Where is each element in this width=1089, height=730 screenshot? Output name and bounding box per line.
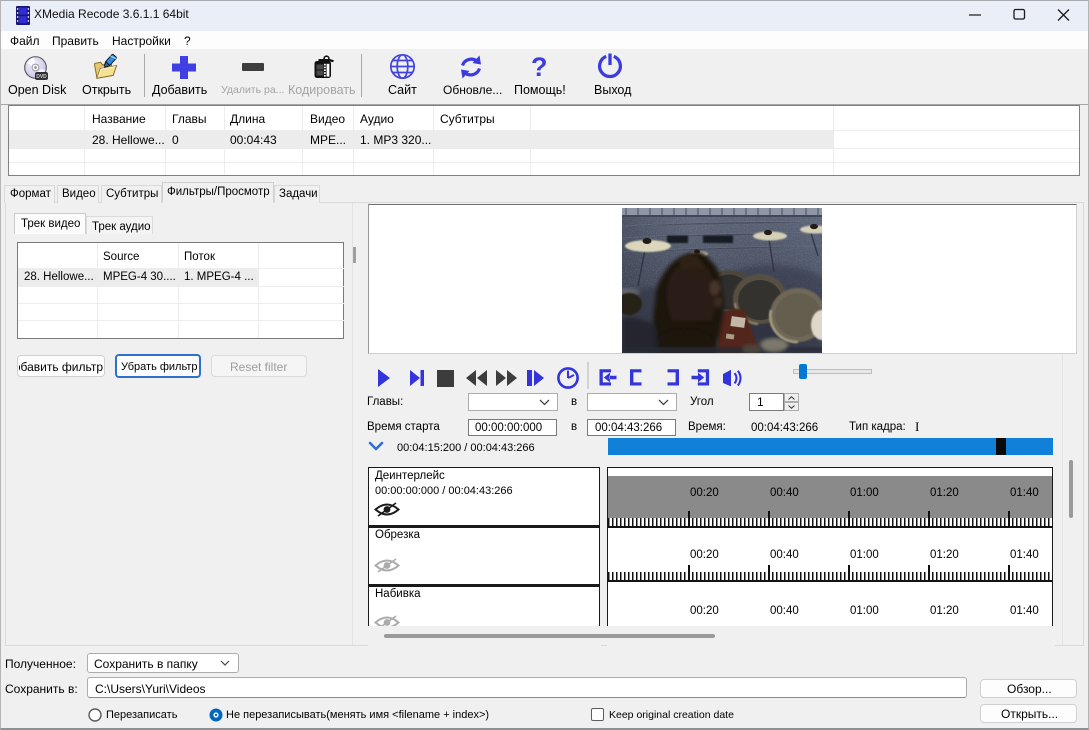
svg-text:DVD: DVD <box>36 74 47 80</box>
